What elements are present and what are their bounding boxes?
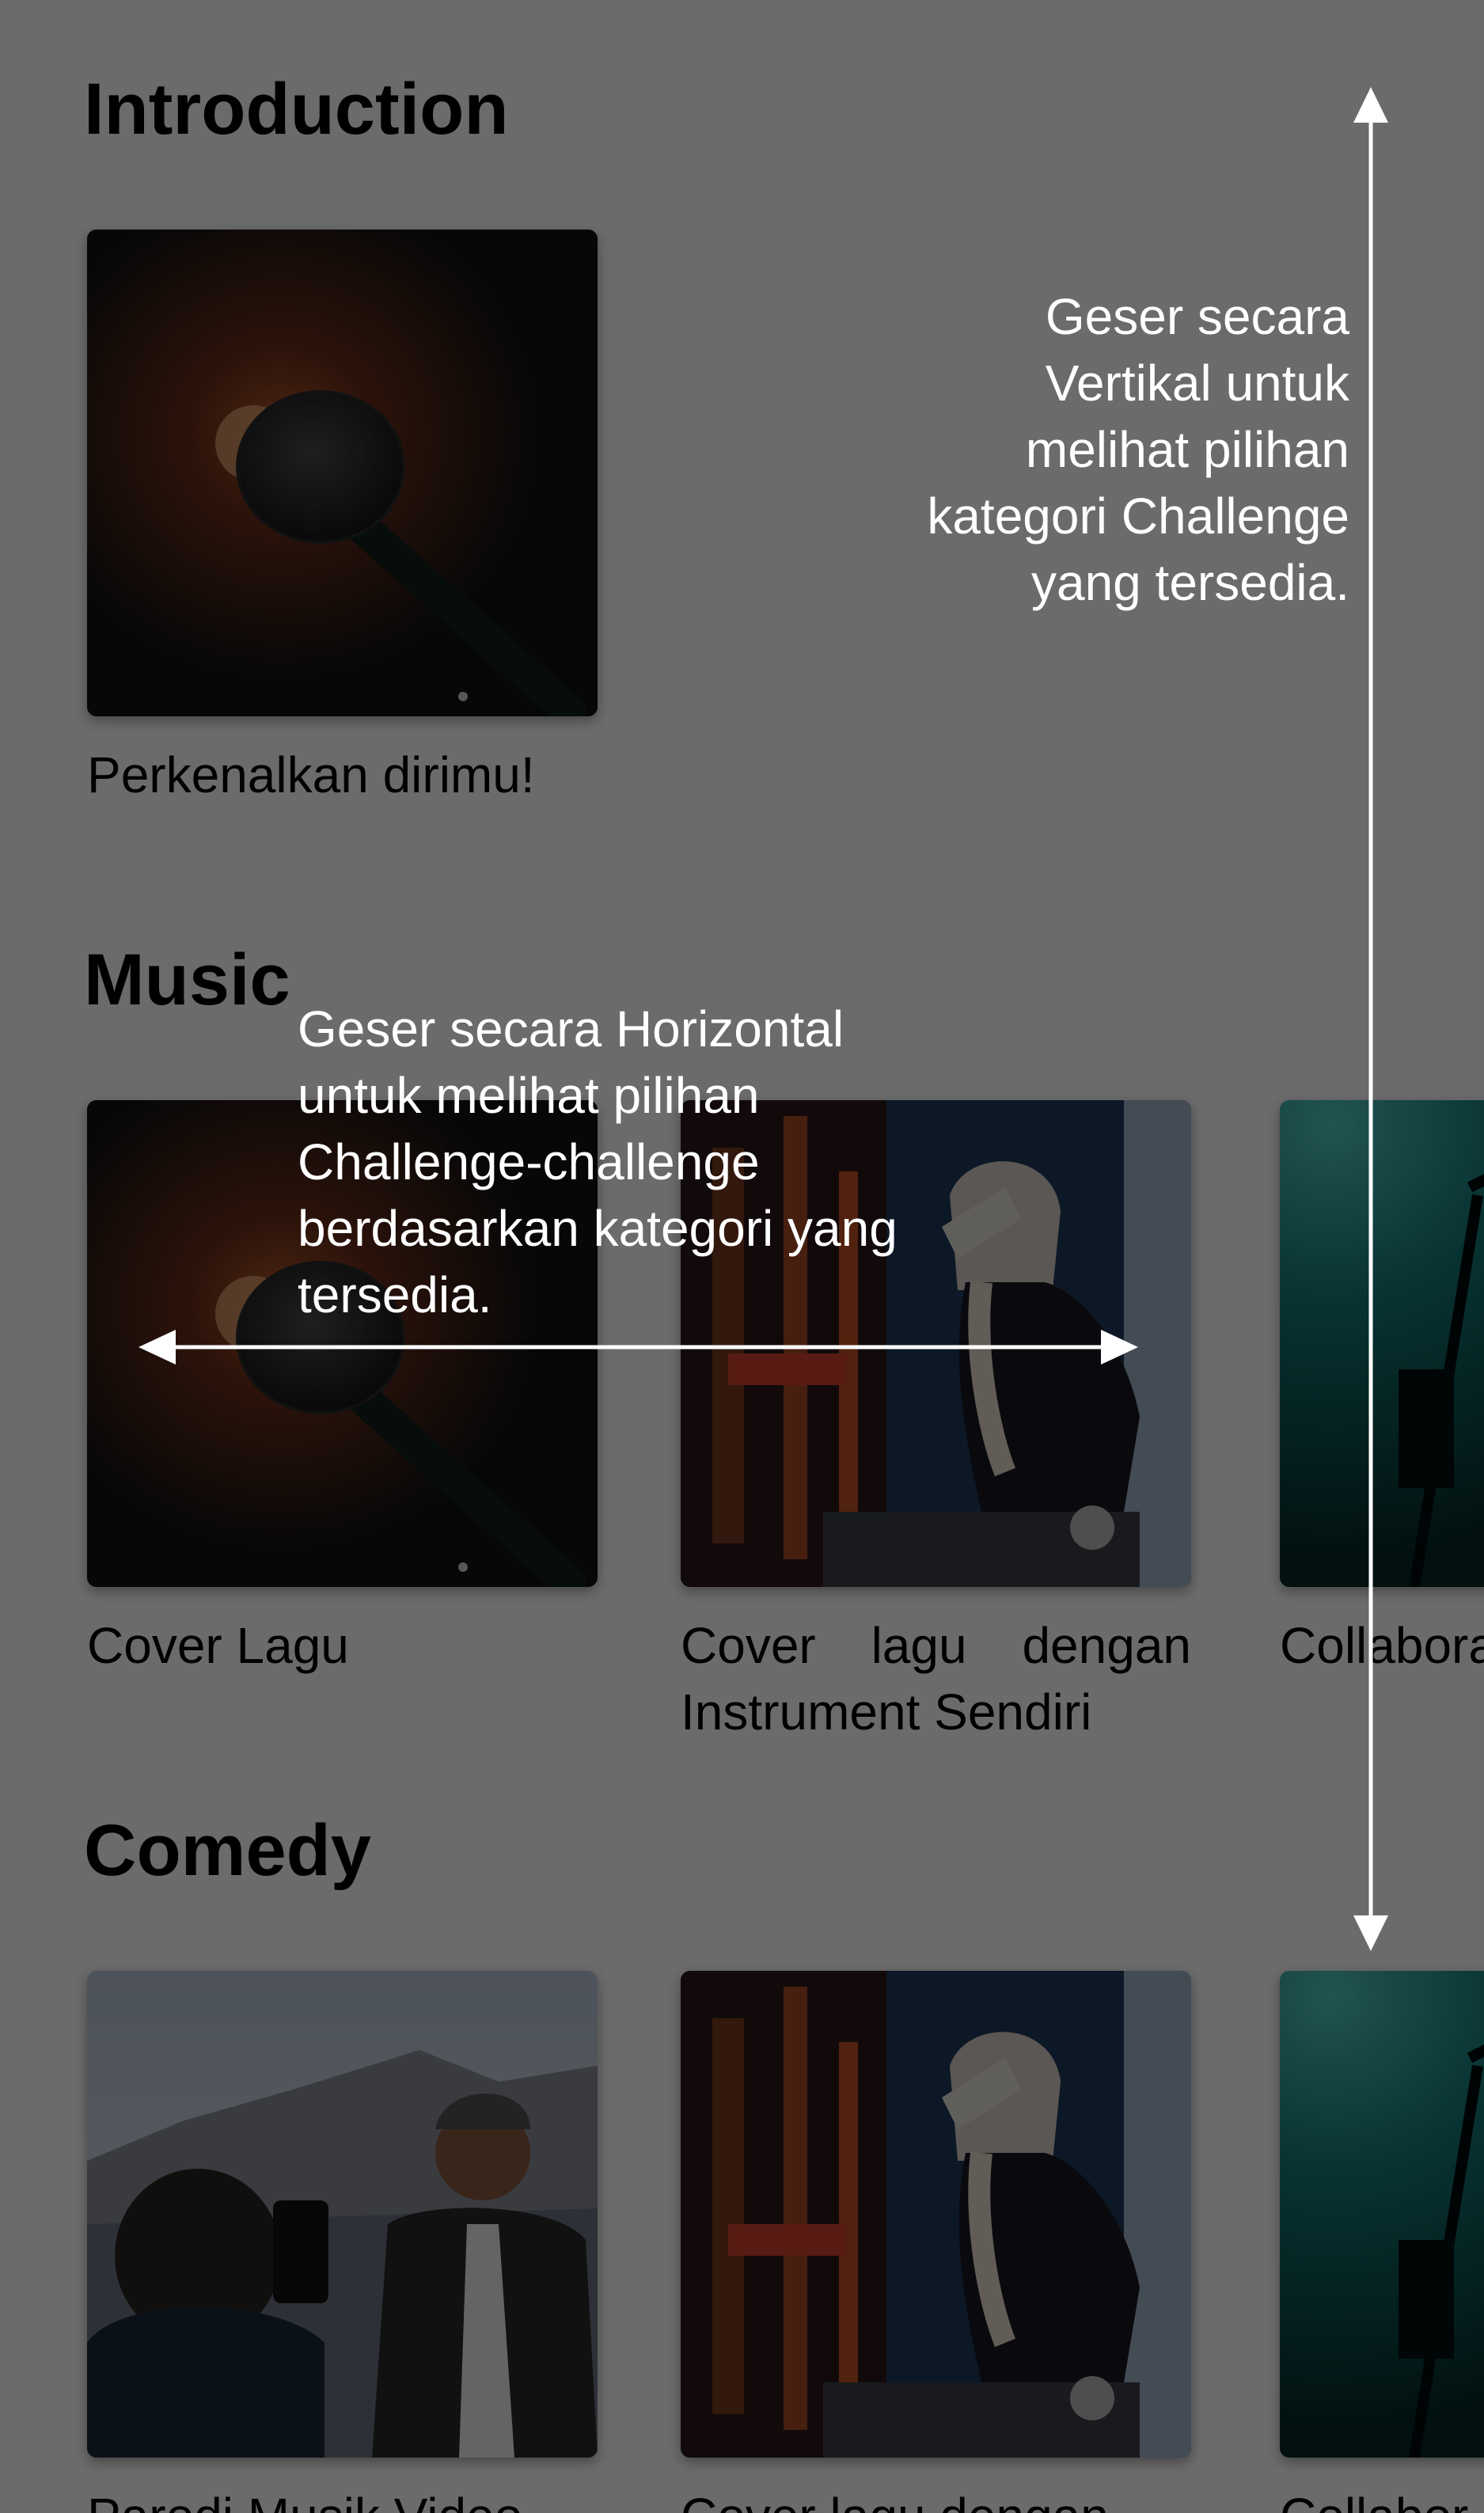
challenge-categories-screen: Introduction Perkenalkan dirimu! Music C… [0, 0, 1484, 2513]
challenge-card-cover-lagu[interactable]: Cover Lagu [87, 1100, 598, 1679]
comedy-carousel[interactable]: Parodi Musik Video [0, 1971, 1484, 2513]
challenge-card-cover-instrument-2[interactable]: Cover lagu dengan [681, 1971, 1191, 2513]
challenge-card-title: Parodi Musik Video [87, 2483, 598, 2513]
challenge-card-perkenalkan-dirimu[interactable]: Perkenalkan dirimu! [87, 230, 598, 808]
section-title-introduction: Introduction [84, 69, 509, 150]
stage-mic-image [1280, 1100, 1484, 1587]
selfie-image [87, 1971, 598, 2458]
section-title-comedy: Comedy [84, 1810, 371, 1891]
challenge-card-title: Cover Lagu [87, 1617, 349, 1674]
down-arrow-icon [1353, 1915, 1388, 1951]
challenge-card-parodi[interactable]: Parodi Musik Video [87, 1971, 598, 2513]
stage-mic-image [1280, 1971, 1484, 2458]
challenge-card-title: Cover lagu dengan Instrument Sendiri [681, 1617, 1191, 1740]
microphone-image [87, 230, 598, 716]
challenge-card-title: Collabor [1280, 2483, 1484, 2513]
introduction-carousel[interactable]: Perkenalkan dirimu! [0, 230, 1484, 863]
dj-image [681, 1971, 1191, 2458]
challenge-card-title: Perkenalkan dirimu! [87, 746, 535, 803]
microphone-image [87, 1100, 598, 1587]
challenge-card-collaboration[interactable]: Collaboration Lagu [1280, 1100, 1484, 1679]
up-arrow-icon [1353, 87, 1388, 123]
section-title-music: Music [84, 940, 290, 1020]
challenge-card-cover-instrument[interactable]: Cover lagu dengan Instrument Sendiri [681, 1100, 1191, 1745]
music-carousel[interactable]: Cover Lagu Cover lagu dengan Instrument … [0, 1100, 1484, 1740]
challenge-card-collaboration-2[interactable]: Collabor [1280, 1971, 1484, 2513]
challenge-card-title: Cover lagu dengan [681, 2483, 1191, 2513]
dj-image [681, 1100, 1191, 1587]
challenge-card-title: Collaboration Lagu [1280, 1617, 1484, 1674]
